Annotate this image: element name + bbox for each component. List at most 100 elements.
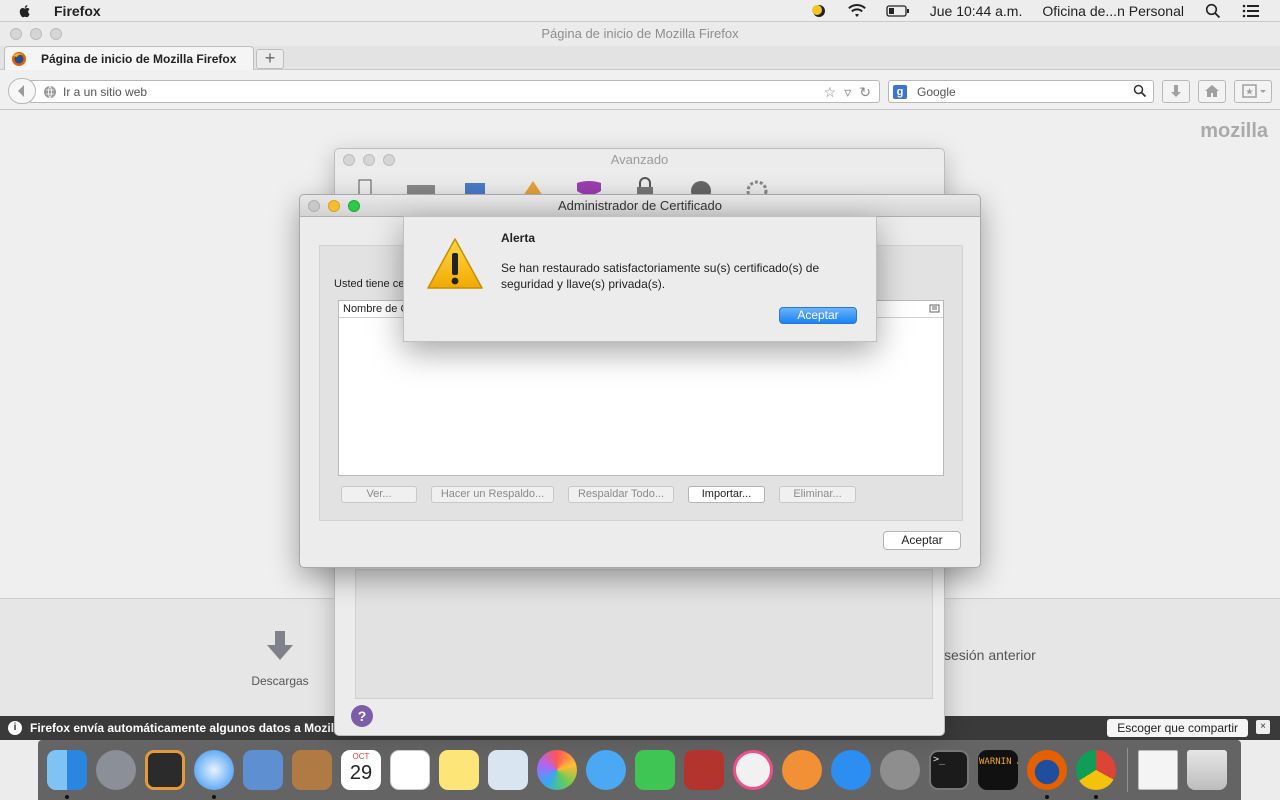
dock-separator xyxy=(1127,748,1128,792)
system-preferences-icon[interactable] xyxy=(880,750,920,790)
home-button[interactable] xyxy=(1198,80,1226,103)
search-engine-label: Google xyxy=(917,84,956,99)
downloads-label: Descargas xyxy=(251,674,309,688)
night-shift-icon[interactable] xyxy=(810,3,828,19)
apple-menu-icon[interactable] xyxy=(16,2,34,20)
prefs-zoom-button[interactable] xyxy=(383,154,395,166)
cert-button-row: Ver... Hacer un Respaldo... Respaldar To… xyxy=(341,486,856,503)
view-button[interactable]: Ver... xyxy=(341,486,417,503)
window-controls xyxy=(10,28,62,40)
choose-share-button[interactable]: Escoger que compartir xyxy=(1107,719,1248,737)
cert-window-controls xyxy=(308,200,360,212)
contacts-icon[interactable] xyxy=(292,750,332,790)
finder-icon[interactable] xyxy=(47,750,87,799)
bookmarks-menu-icon xyxy=(1242,84,1266,98)
new-tab-button[interactable]: + xyxy=(256,49,284,69)
alert-message: Se han restaurado satisfactoriamente su(… xyxy=(501,261,820,291)
info-icon: i xyxy=(8,721,22,735)
spotlight-search-icon[interactable] xyxy=(1204,3,1222,19)
zoom-window-button[interactable] xyxy=(50,28,62,40)
back-button[interactable] xyxy=(8,78,36,104)
mission-control-icon[interactable] xyxy=(145,750,185,790)
prefs-close-button[interactable] xyxy=(343,154,355,166)
menu-bar: Firefox Jue 10:44 a.m. Oficina de...n Pe… xyxy=(0,0,1280,22)
app-menu-firefox[interactable]: Firefox xyxy=(54,3,101,19)
calendar-day: 29 xyxy=(349,762,373,784)
notification-center-icon[interactable] xyxy=(1242,3,1260,19)
help-button[interactable]: ? xyxy=(351,705,373,727)
column-header-label: Nombre de C xyxy=(343,303,409,315)
photos-icon[interactable] xyxy=(537,750,577,790)
chrome-dock-icon[interactable] xyxy=(1076,750,1116,799)
cert-close-button[interactable] xyxy=(308,200,320,212)
safari-icon[interactable] xyxy=(194,750,234,799)
prefs-window-controls xyxy=(343,154,395,166)
url-bar[interactable]: Ir a un sitio web ☆ ▿ ↻ xyxy=(30,80,880,103)
cert-zoom-button[interactable] xyxy=(348,200,360,212)
itunes-icon[interactable] xyxy=(733,750,773,790)
dock: OCT 29 >_ WARNIN AY 7:36 xyxy=(38,740,1241,800)
import-button[interactable]: Importar... xyxy=(688,486,765,503)
url-placeholder: Ir a un sitio web xyxy=(63,84,148,99)
alert-dialog: Alerta Se han restaurado satisfactoriame… xyxy=(403,216,877,342)
cert-manager-title: Administrador de Certificado xyxy=(300,195,980,217)
reload-icon[interactable]: ↻ xyxy=(859,84,871,101)
wifi-icon[interactable] xyxy=(847,3,866,19)
close-window-button[interactable] xyxy=(10,28,22,40)
tab-mozilla-start[interactable]: Página de inicio de Mozilla Firefox xyxy=(4,46,254,71)
firefox-dock-icon[interactable] xyxy=(1027,750,1067,799)
launchpad-icon[interactable] xyxy=(96,750,136,790)
history-dropdown-icon[interactable]: ▿ xyxy=(844,84,851,101)
mozilla-logo: mozilla xyxy=(1200,120,1268,142)
search-icon[interactable] xyxy=(1133,84,1147,98)
notification-text: Firefox envía automáticamente algunos da… xyxy=(30,721,362,735)
clock[interactable]: Jue 10:44 a.m. xyxy=(930,3,1023,19)
delete-button[interactable]: Eliminar... xyxy=(779,486,856,503)
back-arrow-icon xyxy=(18,85,24,97)
battery-icon[interactable] xyxy=(886,3,910,19)
cert-minimize-button[interactable] xyxy=(328,200,340,212)
reminders-icon[interactable] xyxy=(390,750,430,790)
firefox-favicon-icon xyxy=(12,52,26,66)
terminal-icon[interactable]: >_ xyxy=(929,750,969,790)
notes-icon[interactable] xyxy=(439,750,479,790)
column-picker-icon[interactable] xyxy=(929,303,941,315)
alert-ok-button[interactable]: Aceptar xyxy=(779,307,857,324)
downloads-launcher[interactable]: Descargas xyxy=(240,629,320,688)
document-stack-icon[interactable] xyxy=(1138,750,1178,790)
google-engine-icon[interactable]: g xyxy=(893,84,907,99)
navigation-toolbar: Ir a un sitio web ☆ ▿ ↻ g Google xyxy=(0,70,1280,110)
console-icon[interactable]: WARNIN AY 7:36 xyxy=(978,750,1018,790)
maps-icon[interactable] xyxy=(488,750,528,790)
backup-button[interactable]: Hacer un Respaldo... xyxy=(431,486,554,503)
messages-icon[interactable] xyxy=(586,750,626,790)
user-menu[interactable]: Oficina de...n Personal xyxy=(1042,3,1184,19)
bookmarks-menu-button[interactable] xyxy=(1234,80,1272,103)
downloads-button[interactable] xyxy=(1162,80,1190,103)
minimize-window-button[interactable] xyxy=(30,28,42,40)
cert-ok-button[interactable]: Aceptar xyxy=(883,531,961,550)
mail-icon[interactable] xyxy=(243,750,283,790)
search-bar[interactable]: g Google xyxy=(888,80,1154,103)
window-title: Página de inicio de Mozilla Firefox xyxy=(541,26,739,41)
bookmark-star-icon[interactable]: ☆ xyxy=(824,84,837,101)
window-titlebar: Página de inicio de Mozilla Firefox xyxy=(0,22,1280,46)
facetime-icon[interactable] xyxy=(635,750,675,790)
close-icon[interactable]: × xyxy=(1256,720,1270,734)
restore-session-link[interactable]: sesión anterior xyxy=(944,647,1036,663)
download-arrow-icon xyxy=(1171,85,1181,97)
home-icon xyxy=(1205,85,1219,97)
globe-icon xyxy=(44,85,56,98)
calendar-icon[interactable]: OCT 29 xyxy=(341,750,381,790)
prefs-title: Avanzado xyxy=(610,152,669,167)
calendar-month: OCT xyxy=(352,752,370,761)
ibooks-icon[interactable] xyxy=(782,750,822,790)
trash-icon[interactable] xyxy=(1187,750,1227,790)
photo-booth-icon[interactable] xyxy=(684,750,724,790)
cert-intro-text: Usted tiene ce xyxy=(334,278,405,290)
warning-icon xyxy=(427,238,483,289)
app-store-icon[interactable] xyxy=(831,750,871,790)
prefs-minimize-button[interactable] xyxy=(363,154,375,166)
backup-all-button[interactable]: Respaldar Todo... xyxy=(568,486,674,503)
prefs-pane-area xyxy=(355,569,933,699)
